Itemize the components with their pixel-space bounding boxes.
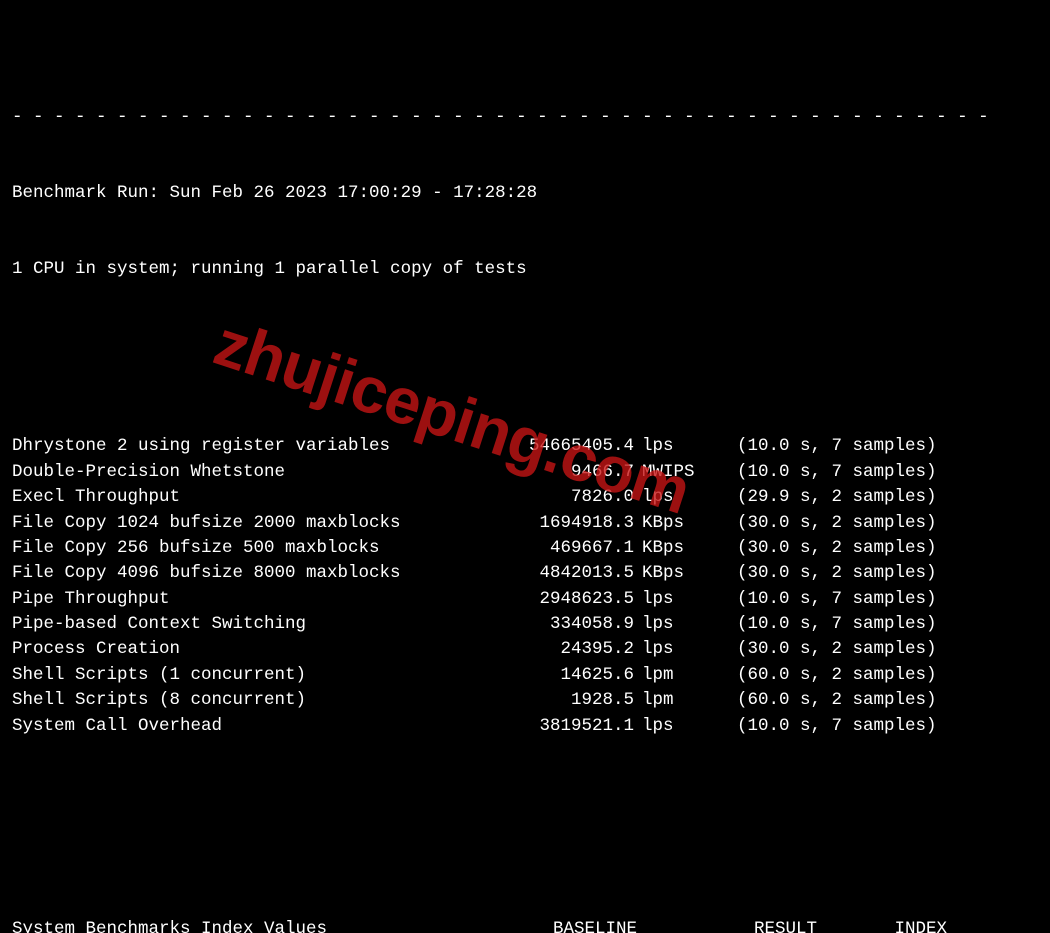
test-row: File Copy 4096 bufsize 8000 maxblocks484… bbox=[12, 561, 1038, 586]
test-name: Shell Scripts (8 concurrent) bbox=[12, 688, 442, 713]
test-unit: lps bbox=[642, 434, 717, 459]
test-sample-info: (10.0 s, 7 samples) bbox=[717, 434, 1017, 459]
index-header-row: System Benchmarks Index Values BASELINE … bbox=[12, 917, 1038, 933]
test-sample-info: (60.0 s, 2 samples) bbox=[717, 688, 1017, 713]
test-sample-info: (30.0 s, 2 samples) bbox=[717, 561, 1017, 586]
test-sample-info: (29.9 s, 2 samples) bbox=[717, 485, 1017, 510]
test-unit: lps bbox=[642, 485, 717, 510]
test-name: File Copy 4096 bufsize 8000 maxblocks bbox=[12, 561, 442, 586]
blank-line bbox=[12, 333, 1038, 358]
test-value: 4842013.5 bbox=[442, 561, 642, 586]
test-row: Dhrystone 2 using register variables5466… bbox=[12, 434, 1038, 459]
test-row: Execl Throughput7826.0lps(29.9 s, 2 samp… bbox=[12, 485, 1038, 510]
test-unit: lps bbox=[642, 612, 717, 637]
tests-block: Dhrystone 2 using register variables5466… bbox=[12, 434, 1038, 739]
test-value: 469667.1 bbox=[442, 536, 642, 561]
terminal-output: zhujiceping.com - - - - - - - - - - - - … bbox=[0, 0, 1050, 933]
test-sample-info: (30.0 s, 2 samples) bbox=[717, 536, 1017, 561]
test-row: Pipe Throughput2948623.5lps(10.0 s, 7 sa… bbox=[12, 587, 1038, 612]
test-row: Process Creation24395.2lps(30.0 s, 2 sam… bbox=[12, 637, 1038, 662]
test-unit: lps bbox=[642, 714, 717, 739]
test-sample-info: (10.0 s, 7 samples) bbox=[717, 587, 1017, 612]
test-row: Shell Scripts (1 concurrent)14625.6lpm(6… bbox=[12, 663, 1038, 688]
cpu-config-line: 1 CPU in system; running 1 parallel copy… bbox=[12, 257, 1038, 282]
test-name: Pipe Throughput bbox=[12, 587, 442, 612]
test-unit: MWIPS bbox=[642, 460, 717, 485]
test-value: 14625.6 bbox=[442, 663, 642, 688]
test-value: 7826.0 bbox=[442, 485, 642, 510]
test-sample-info: (10.0 s, 7 samples) bbox=[717, 612, 1017, 637]
test-value: 2948623.5 bbox=[442, 587, 642, 612]
test-unit: KBps bbox=[642, 561, 717, 586]
index-header-title: System Benchmarks Index Values bbox=[12, 917, 442, 933]
test-name: Dhrystone 2 using register variables bbox=[12, 434, 442, 459]
test-name: Process Creation bbox=[12, 637, 442, 662]
test-unit: lps bbox=[642, 587, 717, 612]
test-name: System Call Overhead bbox=[12, 714, 442, 739]
index-header-baseline: BASELINE bbox=[442, 917, 637, 933]
test-name: Shell Scripts (1 concurrent) bbox=[12, 663, 442, 688]
test-row: Double-Precision Whetstone9466.7MWIPS(10… bbox=[12, 460, 1038, 485]
test-row: Shell Scripts (8 concurrent)1928.5lpm(60… bbox=[12, 688, 1038, 713]
test-row: File Copy 1024 bufsize 2000 maxblocks169… bbox=[12, 511, 1038, 536]
index-header-result: RESULT bbox=[637, 917, 817, 933]
test-value: 334058.9 bbox=[442, 612, 642, 637]
test-value: 1694918.3 bbox=[442, 511, 642, 536]
test-unit: lpm bbox=[642, 663, 717, 688]
test-value: 24395.2 bbox=[442, 637, 642, 662]
separator-line: - - - - - - - - - - - - - - - - - - - - … bbox=[12, 105, 1038, 130]
test-unit: lpm bbox=[642, 688, 717, 713]
test-name: Double-Precision Whetstone bbox=[12, 460, 442, 485]
blank-line bbox=[12, 815, 1038, 840]
test-name: File Copy 1024 bufsize 2000 maxblocks bbox=[12, 511, 442, 536]
test-value: 1928.5 bbox=[442, 688, 642, 713]
test-unit: KBps bbox=[642, 536, 717, 561]
benchmark-run-header: Benchmark Run: Sun Feb 26 2023 17:00:29 … bbox=[12, 181, 1038, 206]
test-sample-info: (10.0 s, 7 samples) bbox=[717, 714, 1017, 739]
test-row: Pipe-based Context Switching334058.9lps(… bbox=[12, 612, 1038, 637]
test-value: 9466.7 bbox=[442, 460, 642, 485]
index-header-index: INDEX bbox=[817, 917, 947, 933]
test-sample-info: (30.0 s, 2 samples) bbox=[717, 511, 1017, 536]
test-sample-info: (10.0 s, 7 samples) bbox=[717, 460, 1017, 485]
test-value: 3819521.1 bbox=[442, 714, 642, 739]
test-row: File Copy 256 bufsize 500 maxblocks46966… bbox=[12, 536, 1038, 561]
test-sample-info: (30.0 s, 2 samples) bbox=[717, 637, 1017, 662]
test-name: File Copy 256 bufsize 500 maxblocks bbox=[12, 536, 442, 561]
test-row: System Call Overhead3819521.1lps(10.0 s,… bbox=[12, 714, 1038, 739]
test-name: Pipe-based Context Switching bbox=[12, 612, 442, 637]
test-sample-info: (60.0 s, 2 samples) bbox=[717, 663, 1017, 688]
test-name: Execl Throughput bbox=[12, 485, 442, 510]
test-value: 54665405.4 bbox=[442, 434, 642, 459]
test-unit: KBps bbox=[642, 511, 717, 536]
test-unit: lps bbox=[642, 637, 717, 662]
